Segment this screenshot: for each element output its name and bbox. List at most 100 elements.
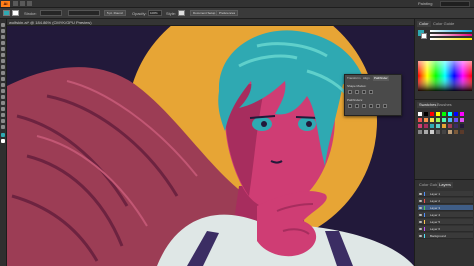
- layer-row[interactable]: Layer 5: [418, 219, 473, 225]
- pencil-tool-icon[interactable]: [1, 65, 5, 69]
- tab-transform[interactable]: Transform: [346, 76, 362, 81]
- document-tab[interactable]: wolfskin.ai* @ 184.86% (CMYK/GPU Preview…: [9, 20, 92, 25]
- visibility-icon[interactable]: [419, 221, 422, 223]
- swatch[interactable]: [442, 118, 446, 122]
- tab-color[interactable]: Color: [417, 21, 431, 27]
- visibility-icon[interactable]: [419, 235, 422, 237]
- close-icon[interactable]: ×: [81, 20, 83, 25]
- arrange-documents-icon[interactable]: [27, 1, 32, 6]
- visibility-icon[interactable]: [419, 207, 422, 209]
- swatch[interactable]: [418, 112, 422, 116]
- rectangle-tool-icon[interactable]: [1, 53, 5, 57]
- divide-icon[interactable]: [348, 104, 352, 108]
- swatch[interactable]: [454, 124, 458, 128]
- swatch[interactable]: [418, 130, 422, 134]
- swatch[interactable]: [436, 112, 440, 116]
- selection-tool-icon[interactable]: [1, 23, 5, 27]
- tab-brushes[interactable]: Brushes: [435, 102, 454, 108]
- layer-row[interactable]: Layer 6: [418, 226, 473, 232]
- graphic-style-swatch[interactable]: [178, 10, 185, 16]
- visibility-icon[interactable]: [419, 200, 422, 202]
- scale-tool-icon[interactable]: [1, 83, 5, 87]
- swatch[interactable]: [442, 124, 446, 128]
- search-input[interactable]: [440, 1, 470, 7]
- visibility-icon[interactable]: [419, 214, 422, 216]
- layer-row[interactable]: Layer 4: [418, 212, 473, 218]
- tab-align[interactable]: Align: [362, 76, 371, 81]
- direct-selection-tool-icon[interactable]: [1, 29, 5, 33]
- swatch[interactable]: [460, 112, 464, 116]
- type-tool-icon[interactable]: [1, 41, 5, 45]
- merge-icon[interactable]: [362, 104, 366, 108]
- width-tool-icon[interactable]: [1, 89, 5, 93]
- brush-definition-dropdown[interactable]: 5 pt. Round: [104, 10, 126, 16]
- layer-row[interactable]: Layer 2: [418, 198, 473, 204]
- stroke-swatch[interactable]: [12, 10, 19, 16]
- line-tool-icon[interactable]: [1, 47, 5, 51]
- swatch[interactable]: [436, 124, 440, 128]
- layer-row-selected[interactable]: Layer 3: [418, 205, 473, 211]
- swatch[interactable]: [448, 130, 452, 134]
- swatch[interactable]: [454, 118, 458, 122]
- minus-back-icon[interactable]: [383, 104, 387, 108]
- swatch[interactable]: [436, 118, 440, 122]
- intersect-icon[interactable]: [362, 90, 366, 94]
- exclude-icon[interactable]: [369, 90, 373, 94]
- tab-layers[interactable]: Layers: [437, 182, 454, 188]
- swatch[interactable]: [448, 118, 452, 122]
- swatch[interactable]: [442, 112, 446, 116]
- swatch[interactable]: [430, 124, 434, 128]
- swatch[interactable]: [430, 112, 434, 116]
- bridge-icon[interactable]: [13, 1, 18, 6]
- swatch[interactable]: [424, 112, 428, 116]
- zoom-tool-icon[interactable]: [1, 125, 5, 129]
- swatch[interactable]: [418, 118, 422, 122]
- free-transform-tool-icon[interactable]: [1, 95, 5, 99]
- fill-swatch[interactable]: [3, 10, 10, 16]
- shape-builder-tool-icon[interactable]: [1, 101, 5, 105]
- document-setup-button[interactable]: Document Setup: [190, 10, 219, 16]
- outline-icon[interactable]: [376, 104, 380, 108]
- eraser-tool-icon[interactable]: [1, 71, 5, 75]
- trim-icon[interactable]: [355, 104, 359, 108]
- stock-icon[interactable]: [20, 1, 25, 6]
- visibility-icon[interactable]: [419, 193, 422, 195]
- preferences-button[interactable]: Preferences: [216, 10, 239, 16]
- swatch[interactable]: [424, 124, 428, 128]
- swatch[interactable]: [454, 130, 458, 134]
- swatch[interactable]: [448, 112, 452, 116]
- stroke-color-icon[interactable]: [1, 139, 5, 143]
- workspace-switcher[interactable]: Painting: [418, 1, 432, 6]
- swatch[interactable]: [442, 130, 446, 134]
- color-sliders[interactable]: [430, 30, 472, 40]
- layer-row[interactable]: Background: [418, 233, 473, 239]
- hand-tool-icon[interactable]: [1, 119, 5, 123]
- layer-row[interactable]: Layer 1: [418, 191, 473, 197]
- swatch[interactable]: [454, 112, 458, 116]
- swatch[interactable]: [460, 118, 464, 122]
- unite-icon[interactable]: [348, 90, 352, 94]
- visibility-icon[interactable]: [419, 228, 422, 230]
- tab-pathfinder[interactable]: Pathfinder: [373, 76, 389, 81]
- swatch[interactable]: [418, 124, 422, 128]
- swatch[interactable]: [424, 130, 428, 134]
- minus-front-icon[interactable]: [355, 90, 359, 94]
- fill-color-icon[interactable]: [1, 133, 5, 137]
- current-stroke-swatch[interactable]: [421, 33, 427, 39]
- tab-color-guide[interactable]: Color Guide: [431, 21, 456, 27]
- stroke-weight-field[interactable]: [40, 10, 62, 16]
- gradient-tool-icon[interactable]: [1, 107, 5, 111]
- variable-width-profile[interactable]: [68, 10, 100, 16]
- crop-icon[interactable]: [369, 104, 373, 108]
- swatch[interactable]: [424, 118, 428, 122]
- eyedropper-tool-icon[interactable]: [1, 113, 5, 117]
- opacity-field[interactable]: 100%: [148, 10, 162, 16]
- swatch[interactable]: [436, 130, 440, 134]
- paintbrush-tool-icon[interactable]: [1, 59, 5, 63]
- swatch[interactable]: [460, 130, 464, 134]
- swatch[interactable]: [430, 118, 434, 122]
- swatch[interactable]: [448, 124, 452, 128]
- artboard-canvas[interactable]: [7, 26, 414, 266]
- pen-tool-icon[interactable]: [1, 35, 5, 39]
- swatch[interactable]: [460, 124, 464, 128]
